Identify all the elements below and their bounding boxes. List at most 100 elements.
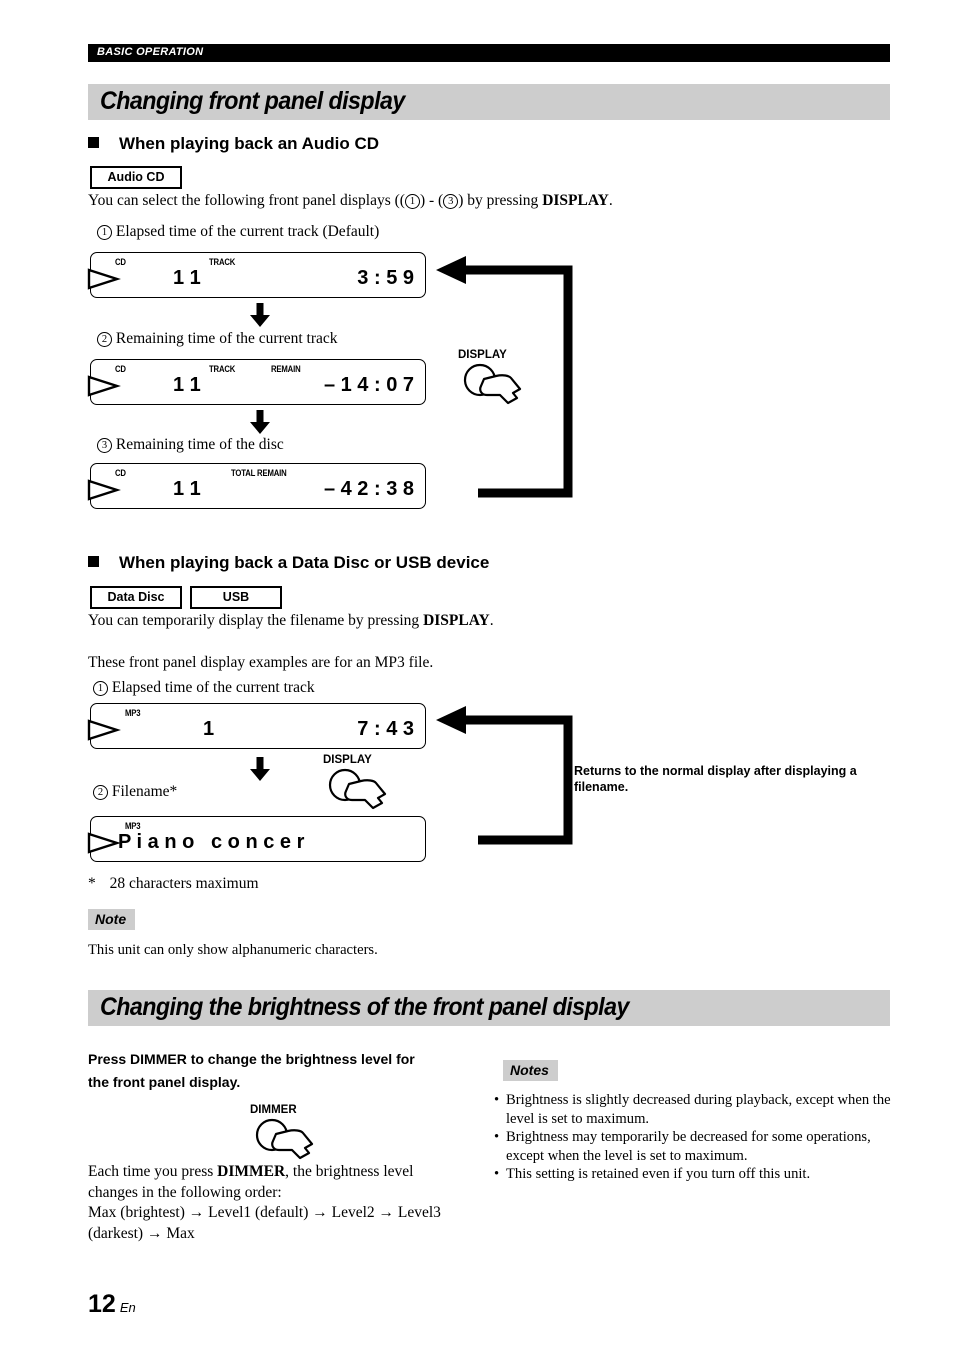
intro-text-pre: You can temporarily display the filename…	[88, 612, 424, 629]
dimmer-body-paragraph: Each time you press DIMMER, the brightne…	[88, 1162, 508, 1244]
dimmer-body-post: , the brightness level	[285, 1163, 414, 1180]
step-caption-text: Elapsed time of the current track (Defau…	[115, 223, 380, 240]
footnote-mark: *	[88, 875, 96, 892]
returns-to-normal-display-note: Returns to the normal display after disp…	[574, 764, 857, 794]
brightness-lead-line-2: the front panel display.	[88, 1074, 241, 1090]
front-panel-display-mp3-1: MP3 1 7 : 4 3	[87, 703, 426, 749]
display-track-number: 1 1	[173, 374, 201, 396]
circled-number-1: 1	[404, 194, 420, 209]
note-label: Note	[88, 909, 136, 930]
display-button-press-icon-mp3[interactable]: DISPLAY	[323, 754, 399, 810]
step-caption-mp3-1: 1 Elapsed time of the current track	[93, 678, 315, 698]
running-head-text: BASIC OPERATION	[97, 46, 204, 58]
front-panel-display-cd-3: CD TOTAL REMAIN 1 1 – 4 2 : 3 8	[87, 463, 426, 509]
display-track-number: 1 1	[173, 478, 201, 500]
media-tag-audio-cd: Audio CD	[90, 166, 182, 189]
step-caption-text: Elapsed time of the current track	[111, 679, 315, 696]
display-button-label: DISPLAY	[458, 349, 507, 361]
square-bullet-icon	[88, 556, 99, 567]
notes-list: Brightness is slightly decreased during …	[494, 1091, 894, 1184]
step-caption-cd-2: 2 Remaining time of the current track	[97, 329, 338, 349]
down-arrow-icon-3	[249, 757, 271, 786]
step-caption-mp3-2: 2 Filename*	[93, 782, 177, 802]
dimmer-button-label: DIMMER	[250, 1104, 297, 1116]
page-language-code: En	[119, 1300, 136, 1315]
circled-number-icon: 1	[93, 681, 108, 696]
circled-number-icon: 2	[97, 332, 112, 347]
intro-text-mid: ) - (	[419, 192, 444, 209]
step-caption-cd-1: 1 Elapsed time of the current track (Def…	[97, 222, 379, 242]
display-track-number: 1	[203, 718, 215, 740]
indicator-cd: CD	[115, 468, 126, 478]
note-text: This unit can only show alphanumeric cha…	[88, 942, 378, 958]
circled-number-icon: 2	[93, 785, 108, 800]
media-tag-label: Data Disc	[107, 590, 165, 604]
intro-text-pre: You can select the following front panel…	[88, 192, 405, 209]
running-head-bar: BASIC OPERATION	[88, 44, 890, 62]
front-panel-display-cd-1: CD TRACK 1 1 3 : 5 9	[87, 252, 426, 298]
dimmer-body-line-4: (darkest) → Max	[88, 1224, 195, 1242]
dimmer-body-line-3: Max (brightest) → Level1 (default) → Lev…	[88, 1204, 441, 1221]
dimmer-body-line-1: Each time you press DIMMER, the brightne…	[88, 1162, 508, 1183]
media-tag-usb: USB	[190, 586, 282, 609]
footnote-28-chars: * 28 characters maximum	[88, 874, 259, 894]
step-caption-text: Remaining time of the current track	[115, 330, 338, 347]
brightness-lead-paragraph: Press DIMMER to change the brightness le…	[88, 1048, 488, 1094]
indicator-track: TRACK	[209, 364, 236, 374]
section-title: Changing front panel display	[100, 87, 405, 115]
subheading-label: When playing back an Audio CD	[119, 134, 380, 153]
indicator-remain: REMAIN	[271, 364, 301, 374]
section-title: Changing the brightness of the front pan…	[100, 993, 629, 1021]
step-caption-cd-3: 3 Remaining time of the disc	[97, 435, 284, 455]
media-tag-data-disc: Data Disc	[90, 586, 182, 609]
front-panel-display-cd-2: CD TRACK REMAIN 1 1 – 1 4 : 0 7	[87, 359, 426, 405]
display-time: – 1 4 : 0 7	[323, 374, 414, 396]
mp3-example-note: These front panel display examples are f…	[88, 654, 434, 671]
indicator-cd: CD	[115, 364, 126, 374]
page-number-value: 12	[88, 1290, 116, 1318]
media-tag-label: USB	[222, 590, 250, 604]
list-item: This setting is retained even if you tur…	[494, 1165, 894, 1184]
down-arrow-icon-1	[249, 303, 271, 332]
intro-paragraph-audio-cd: You can select the following front panel…	[88, 191, 613, 211]
display-button-press-icon-cd[interactable]: DISPLAY	[458, 349, 534, 405]
subheading-audio-cd: When playing back an Audio CD	[88, 134, 379, 154]
display-button-label: DISPLAY	[323, 754, 372, 766]
indicator-track: TRACK	[209, 257, 236, 267]
intro-text-end: .	[608, 192, 613, 209]
media-tag-label: Audio CD	[107, 170, 165, 184]
indicator-mp3: MP3	[125, 708, 141, 718]
list-item: Brightness is slightly decreased during …	[494, 1091, 894, 1128]
display-time: 3 : 5 9	[357, 267, 414, 289]
step-caption-text: Remaining time of the disc	[115, 436, 284, 453]
dimmer-button-press-icon[interactable]: DIMMER	[250, 1104, 326, 1160]
indicator-total-remain: TOTAL REMAIN	[231, 468, 287, 478]
circled-number-3: 3	[443, 194, 459, 209]
indicator-mp3: MP3	[125, 821, 141, 831]
intro-text-post: ) by pressing	[458, 192, 543, 209]
circled-number-icon: 1	[97, 225, 112, 240]
intro-text-end: .	[489, 612, 494, 629]
dimmer-body-pre: Each time you press	[88, 1163, 218, 1180]
manual-page: BASIC OPERATION Changing front panel dis…	[0, 0, 954, 1348]
page-number: 12 En	[88, 1290, 136, 1319]
section-banner-brightness: Changing the brightness of the front pan…	[88, 990, 890, 1026]
circled-number-icon: 3	[97, 438, 112, 453]
subheading-data-disc-usb: When playing back a Data Disc or USB dev…	[88, 553, 489, 573]
footnote-text: 28 characters maximum	[109, 875, 259, 892]
notes-label: Notes	[503, 1060, 558, 1081]
intro-display-keyword: DISPLAY	[423, 612, 490, 629]
dimmer-body-line-2: changes in the following order:	[88, 1183, 282, 1201]
display-time: – 4 2 : 3 8	[323, 478, 414, 500]
display-filename: P i a n o c o n c e r	[118, 831, 305, 853]
subheading-label: When playing back a Data Disc or USB dev…	[119, 553, 490, 572]
display-track-number: 1 1	[173, 267, 201, 289]
square-bullet-icon	[88, 137, 99, 148]
section-banner-front-panel-display: Changing front panel display	[88, 84, 890, 120]
brightness-lead-line-1: Press DIMMER to change the brightness le…	[88, 1051, 415, 1067]
intro-paragraph-data-disc: You can temporarily display the filename…	[88, 611, 494, 631]
dimmer-keyword: DIMMER	[217, 1163, 286, 1180]
intro-display-keyword: DISPLAY	[542, 192, 609, 209]
cycle-loop-arrow-mp3	[430, 705, 578, 855]
indicator-cd: CD	[115, 257, 126, 267]
